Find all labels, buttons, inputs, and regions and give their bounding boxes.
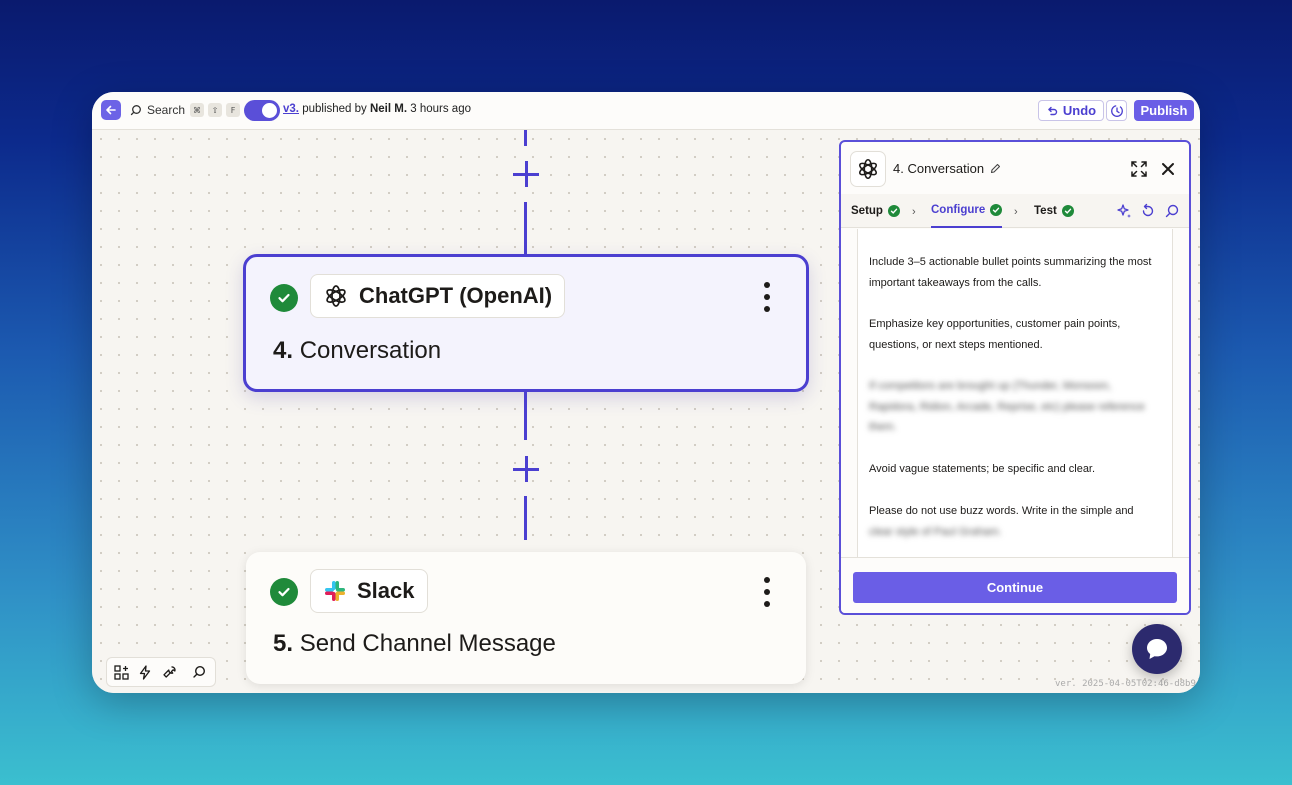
pencil-icon[interactable] xyxy=(990,163,1001,174)
undo-button[interactable]: Undo xyxy=(1038,100,1104,121)
prompt-paragraph: Include 3–5 actionable bullet points sum… xyxy=(869,256,1152,289)
chat-button[interactable] xyxy=(1132,624,1182,674)
published-by-label: published by xyxy=(302,103,367,115)
panel-footer: Continue xyxy=(841,557,1189,613)
publish-button[interactable]: Publish xyxy=(1134,100,1194,121)
app-name: ChatGPT (OpenAI) xyxy=(359,283,553,308)
shortcut-key: ⇧ xyxy=(208,103,222,117)
bolt-icon[interactable] xyxy=(137,664,153,680)
check-icon xyxy=(887,205,900,217)
shortcut-key: F xyxy=(226,103,240,117)
tab-label: Setup xyxy=(851,205,883,217)
undo-icon xyxy=(1048,106,1058,115)
check-icon xyxy=(278,587,290,597)
step-title: 4. Conversation xyxy=(273,337,441,365)
app-name: Slack xyxy=(357,578,415,603)
top-bar: Search ⌘ ⇧ F v3. published by Neil M. 3 … xyxy=(92,92,1200,130)
status-check xyxy=(270,284,298,312)
arrow-left-icon xyxy=(106,105,116,115)
add-step-button[interactable] xyxy=(513,456,539,482)
connector-line xyxy=(524,392,527,440)
step-menu-button[interactable] xyxy=(763,577,771,607)
version-link[interactable]: v3. xyxy=(283,103,299,115)
slack-icon xyxy=(325,581,345,601)
prompt-paragraph: Emphasize key opportunities, customer pa… xyxy=(869,318,1121,351)
prompt-paragraph: Please do not use buzz words. Write in t… xyxy=(869,505,1134,517)
undo-label: Undo xyxy=(1062,103,1097,118)
expand-icon[interactable] xyxy=(1130,160,1148,178)
search-shortcut: ⌘ ⇧ F xyxy=(190,103,240,117)
history-icon xyxy=(1110,104,1123,117)
chat-bubble-icon xyxy=(1147,639,1167,659)
prompt-paragraph: Avoid vague statements; be specific and … xyxy=(869,463,1096,475)
panel-title-text: 4. Conversation xyxy=(893,161,985,176)
search-button[interactable]: Search xyxy=(130,103,185,117)
step-name: Send Channel Message xyxy=(299,630,556,657)
chevron-right-icon: › xyxy=(1014,206,1018,218)
sparkle-icon[interactable] xyxy=(1116,203,1132,219)
search-icon xyxy=(130,105,141,116)
step-card-conversation[interactable]: ChatGPT (OpenAI) 4. Conversation xyxy=(243,254,809,392)
step-number: 4. xyxy=(273,337,294,364)
tab-test[interactable]: Test xyxy=(1034,194,1074,228)
connector-line xyxy=(524,202,527,254)
back-button[interactable] xyxy=(101,100,121,120)
zap-on-toggle[interactable] xyxy=(244,100,280,121)
step-name: Conversation xyxy=(299,337,442,364)
openai-icon xyxy=(859,158,877,180)
tab-label: Configure xyxy=(931,204,986,216)
step-card-send-channel-message[interactable]: Slack 5. Send Channel Message xyxy=(246,552,806,684)
apps-add-icon[interactable] xyxy=(113,664,129,680)
app-badge: Slack xyxy=(310,569,428,613)
version-history-button[interactable] xyxy=(1106,100,1127,121)
check-icon xyxy=(278,293,290,303)
search-label: Search xyxy=(147,103,186,117)
toggle-knob xyxy=(262,103,277,118)
tab-label: Test xyxy=(1034,205,1057,217)
close-icon[interactable] xyxy=(1159,160,1177,178)
add-step-button[interactable] xyxy=(513,161,539,187)
prompt-paragraph-redacted: If competitors are brought up (Thunder, … xyxy=(869,380,1145,433)
panel-app-logo xyxy=(850,151,886,187)
canvas-toolbar xyxy=(106,657,216,687)
app-window: Search ⌘ ⇧ F v3. published by Neil M. 3 … xyxy=(92,92,1200,693)
wrench-icon[interactable] xyxy=(161,664,177,680)
connector-line xyxy=(524,130,527,146)
check-icon xyxy=(990,204,1003,216)
panel-header: 4. Conversation xyxy=(841,142,1189,192)
prompt-paragraph-redacted: clear style of Paul Graham. xyxy=(869,526,1002,538)
panel-body: Include 3–5 actionable bullet points sum… xyxy=(841,229,1189,557)
status-check xyxy=(270,578,298,606)
shortcut-key: ⌘ xyxy=(190,103,204,117)
prompt-editor[interactable]: Include 3–5 actionable bullet points sum… xyxy=(857,229,1173,557)
connector-line xyxy=(524,496,527,540)
check-icon xyxy=(1061,205,1074,217)
step-title: 5. Send Channel Message xyxy=(273,630,556,658)
panel-tools xyxy=(1116,203,1180,219)
refresh-icon[interactable] xyxy=(1140,203,1156,219)
step-config-panel: 4. Conversation Setup › Configure › Test xyxy=(839,140,1191,615)
build-version: ver. 2025-04-05T02:46-d8b9ec7 xyxy=(1055,679,1200,689)
search-icon[interactable] xyxy=(1164,203,1180,219)
published-time: 3 hours ago xyxy=(410,103,471,115)
app-badge: ChatGPT (OpenAI) xyxy=(310,274,566,318)
continue-button[interactable]: Continue xyxy=(853,572,1177,603)
version-info: v3. published by Neil M. 3 hours ago xyxy=(283,103,471,115)
author-name: Neil M. xyxy=(369,103,408,115)
openai-icon xyxy=(326,285,346,307)
panel-tabs: Setup › Configure › Test xyxy=(841,194,1189,228)
tab-setup[interactable]: Setup xyxy=(851,194,900,228)
chevron-right-icon: › xyxy=(912,206,916,218)
step-number: 5. xyxy=(273,630,294,657)
panel-title[interactable]: 4. Conversation xyxy=(893,161,1001,176)
search-icon[interactable] xyxy=(191,664,207,680)
step-menu-button[interactable] xyxy=(763,282,771,312)
tab-configure[interactable]: Configure xyxy=(931,194,1003,228)
